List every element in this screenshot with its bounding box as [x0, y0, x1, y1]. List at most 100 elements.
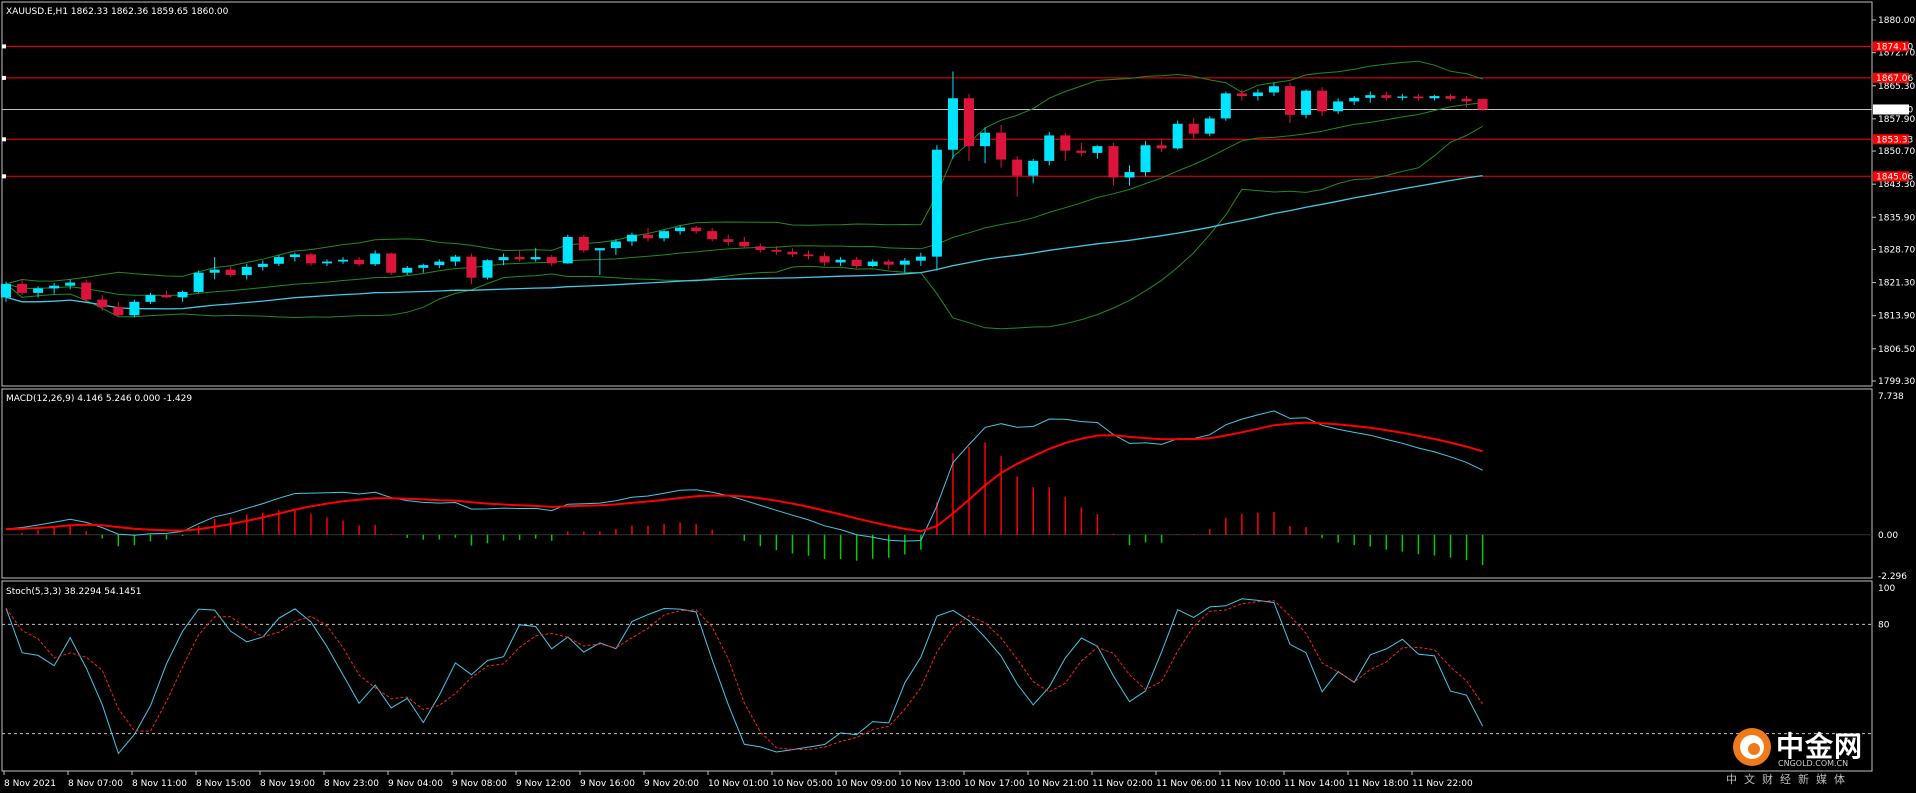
- line-anchor-marker: [2, 44, 6, 49]
- chart-window: 1880.00 1872.70 1865.30 1857.90 1850.70 1843.…: [0, 0, 1916, 793]
- bull-candle: [33, 288, 44, 293]
- price-badge-label: 1867.06: [1876, 74, 1913, 84]
- time-tick-label: 8 Nov 2021: [4, 779, 56, 789]
- bull-candle: [1301, 90, 1312, 115]
- bull-candle: [434, 261, 445, 266]
- bear-candle: [97, 299, 108, 308]
- bear-candle: [1012, 159, 1023, 176]
- time-tick-label: 9 Nov 12:00: [516, 779, 571, 789]
- bull-candle: [482, 260, 493, 278]
- time-tick-label: 11 Nov 14:00: [1284, 779, 1345, 789]
- bull-candle: [1397, 96, 1408, 98]
- bull-candle: [1124, 172, 1135, 178]
- bear-candle: [883, 261, 894, 265]
- bull-candle: [322, 261, 332, 264]
- macd-tick-label: -2.296: [1878, 572, 1907, 582]
- price-tick-label: 1857.90: [1878, 115, 1915, 125]
- time-tick-label: 8 Nov 23:00: [324, 779, 379, 789]
- stoch-tick-label: 80: [1878, 620, 1890, 630]
- bid-badge-label: 1860.00: [1876, 105, 1913, 115]
- bull-candle: [273, 257, 284, 264]
- bull-candle: [835, 259, 846, 263]
- bull-candle: [675, 227, 686, 232]
- bull-candle: [418, 265, 429, 268]
- bull-candle: [370, 253, 381, 265]
- bull-candle: [65, 282, 76, 286]
- time-tick-label: 11 Nov 10:00: [1220, 779, 1281, 789]
- time-tick-label: 10 Nov 01:00: [708, 779, 769, 789]
- bull-candle: [177, 291, 188, 298]
- stoch-panel-frame: [1, 580, 1873, 772]
- bear-candle: [1317, 90, 1328, 112]
- price-tick-label: 1880.00: [1878, 16, 1915, 26]
- stoch-tick-label: 100: [1878, 584, 1895, 594]
- bear-candle: [1060, 135, 1071, 151]
- bull-candle: [626, 234, 637, 242]
- bear-candle: [803, 254, 814, 257]
- bull-candle: [594, 248, 605, 251]
- bull-candle: [659, 231, 670, 239]
- bull-candle: [562, 236, 573, 264]
- bear-candle: [161, 295, 172, 298]
- bear-candle: [17, 283, 28, 293]
- macd-tick-label: 7.738: [1878, 392, 1904, 402]
- bear-candle: [1076, 150, 1087, 153]
- bull-candle: [1204, 118, 1215, 134]
- bull-candle: [241, 266, 252, 275]
- price-tick-label: 1835.90: [1878, 213, 1915, 223]
- bull-candle: [289, 254, 300, 258]
- line-anchor-marker: [2, 137, 6, 142]
- bear-candle: [1236, 93, 1247, 97]
- main-info-text: XAUUSD.E,H1 1862.33 1862.36 1859.65 1860…: [6, 7, 229, 17]
- bear-candle: [1285, 86, 1295, 115]
- time-tick-label: 9 Nov 20:00: [644, 779, 699, 789]
- bull-candle: [338, 259, 349, 262]
- bull-candle: [129, 301, 140, 316]
- bear-candle: [305, 254, 316, 264]
- time-tick-label: 10 Nov 05:00: [772, 779, 833, 789]
- time-tick-label: 11 Nov 22:00: [1412, 779, 1473, 789]
- macd-tick-label: 0.00: [1878, 531, 1898, 541]
- price-tick-label: 1821.30: [1878, 279, 1915, 289]
- bear-candle: [1445, 96, 1456, 99]
- bull-candle: [1333, 101, 1344, 112]
- bull-candle: [1220, 93, 1231, 119]
- bull-candle: [867, 261, 878, 267]
- watermark-domain: CNGOLD.COM.CN: [1778, 759, 1849, 768]
- bull-candle: [915, 256, 926, 261]
- bull-candle: [49, 285, 60, 289]
- bear-candle: [643, 234, 653, 239]
- bull-candle: [450, 256, 461, 262]
- time-tick-label: 9 Nov 04:00: [388, 779, 443, 789]
- price-tick-label: 1828.70: [1878, 245, 1915, 255]
- time-tick-label: 8 Nov 07:00: [68, 779, 123, 789]
- bull-candle: [899, 260, 910, 265]
- time-tick-label: 9 Nov 08:00: [452, 779, 507, 789]
- bear-candle: [819, 256, 830, 263]
- time-tick-label: 11 Nov 02:00: [1092, 779, 1153, 789]
- bull-candle: [947, 98, 958, 150]
- bull-candle: [209, 269, 220, 273]
- bear-candle: [964, 98, 974, 147]
- bear-candle: [1188, 123, 1199, 134]
- bear-candle: [1461, 98, 1472, 102]
- bull-candle: [931, 149, 942, 257]
- bull-candle: [193, 272, 204, 292]
- price-badge-label: 1874.10: [1876, 42, 1913, 52]
- price-tick-label: 1799.30: [1878, 377, 1915, 387]
- price-tick-label: 1806.50: [1878, 345, 1915, 355]
- price-badge-label: 1853.33: [1876, 135, 1913, 145]
- bear-candle: [466, 256, 477, 278]
- time-tick-label: 10 Nov 13:00: [900, 779, 961, 789]
- bull-candle: [1429, 96, 1440, 99]
- bull-candle: [145, 295, 156, 302]
- time-tick-label: 10 Nov 17:00: [964, 779, 1025, 789]
- bear-candle: [996, 132, 1007, 160]
- time-tick-label: 8 Nov 19:00: [260, 779, 315, 789]
- bull-candle: [1044, 135, 1055, 161]
- bear-candle: [354, 259, 365, 265]
- chart-canvas[interactable]: 1880.001872.701865.301857.901850.701843.…: [0, 0, 1916, 793]
- bull-candle: [1092, 146, 1103, 153]
- bear-candle: [755, 246, 766, 250]
- bull-candle: [1365, 95, 1376, 98]
